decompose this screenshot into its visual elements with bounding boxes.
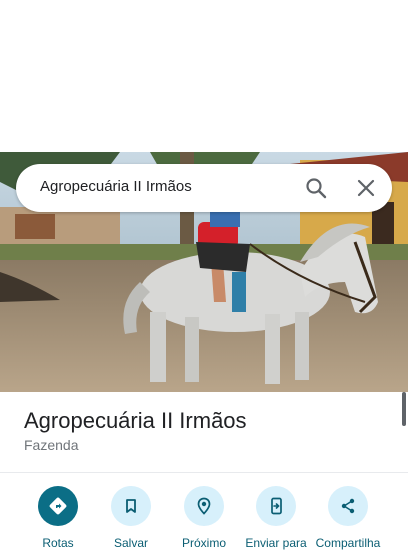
save-label: Salvar — [113, 536, 148, 550]
place-category: Fazenda — [24, 437, 79, 453]
share-icon — [328, 486, 368, 526]
send-to-phone-button[interactable]: Enviar para — [240, 486, 312, 550]
directions-icon — [38, 486, 78, 526]
save-button[interactable]: Salvar — [95, 486, 167, 550]
directions-label: Rotas — [42, 536, 74, 550]
search-input[interactable]: Agropecuária II Irmãos — [40, 178, 192, 195]
share-button[interactable]: Compartilha — [312, 486, 384, 550]
nearby-icon — [184, 486, 224, 526]
blank-header-area — [0, 0, 408, 152]
bookmark-icon — [111, 486, 151, 526]
scrollbar[interactable] — [402, 392, 406, 426]
send-to-phone-icon — [256, 486, 296, 526]
search-icon[interactable] — [304, 176, 328, 200]
place-title: Agropecuária II Irmãos — [24, 408, 247, 433]
divider — [0, 472, 408, 473]
search-bar[interactable]: Agropecuária II Irmãos — [16, 164, 392, 212]
close-icon[interactable] — [354, 176, 378, 200]
send-to-phone-label: Enviar para — [245, 536, 307, 550]
nearby-label: Próximo — [181, 536, 226, 550]
nearby-button[interactable]: Próximo — [168, 486, 240, 550]
directions-button[interactable]: Rotas — [22, 486, 94, 550]
share-label: Compartilha — [315, 536, 381, 550]
